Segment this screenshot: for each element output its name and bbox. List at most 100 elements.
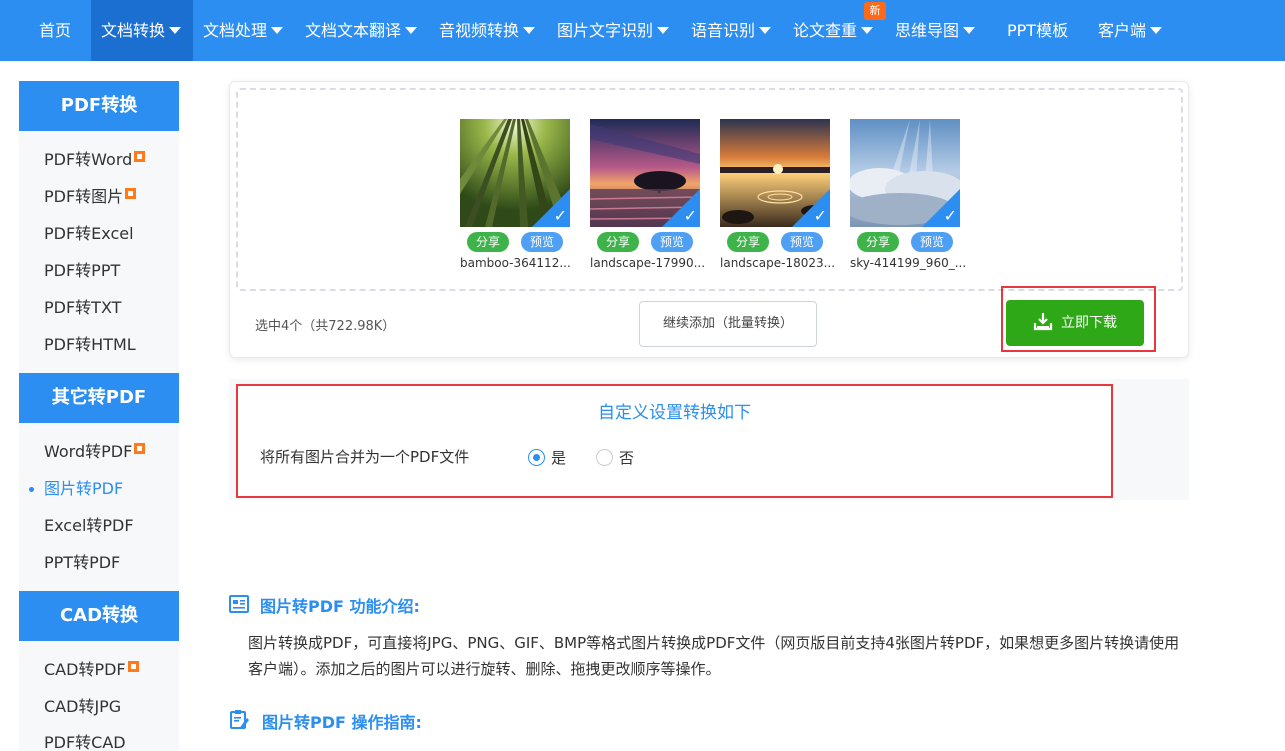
preview-button[interactable]: 预览 [521, 232, 563, 252]
sidebar-item-excel-to-pdf[interactable]: Excel转PDF [44, 514, 134, 538]
nav-doc-convert[interactable]: 文档转换 [91, 0, 193, 61]
nav-mindmap[interactable]: 思维导图 [895, 0, 976, 61]
nav-plagiarism[interactable]: 论文查重 [793, 0, 874, 61]
sidebar-item-label: Excel转PDF [44, 516, 134, 535]
preview-button[interactable]: 预览 [651, 232, 693, 252]
file-thumbnail[interactable]: ✓ [720, 119, 830, 227]
new-badge: 新 [864, 2, 886, 20]
sidebar-item-label: Word转PDF [44, 442, 133, 461]
check-icon: ✓ [813, 206, 827, 225]
nav-av-convert[interactable]: 音视频转换 [439, 0, 536, 61]
file-name: sky-414199_960_... [850, 256, 967, 270]
check-icon: ✓ [943, 206, 957, 225]
sidebar-item-label: PDF转图片 [44, 187, 124, 206]
sidebar-item-label: 图片转PDF [44, 479, 124, 498]
vip-icon [134, 443, 146, 454]
nav-speech[interactable]: 语音识别 [691, 0, 772, 61]
nav-label: 首页 [39, 21, 72, 40]
chevron-down-icon [657, 27, 670, 34]
nav-label: 文档处理 [203, 21, 268, 40]
sidebar: PDF转换 PDF转Word PDF转图片 PDF转Excel PDF转PPT … [19, 81, 179, 751]
sidebar-item-cad-to-pdf[interactable]: CAD转PDF [44, 658, 139, 682]
preview-button[interactable]: 预览 [781, 232, 823, 252]
sidebar-item-cad-to-jpg[interactable]: CAD转JPG [44, 695, 121, 719]
settings-highlight: 自定义设置转换如下 将所有图片合并为一个PDF文件 是 否 [236, 384, 1113, 498]
sidebar-item-image-to-pdf[interactable]: 图片转PDF [44, 477, 123, 501]
sidebar-item-label: PDF转Word [44, 150, 133, 169]
nav-label: 语音识别 [691, 21, 756, 40]
chevron-down-icon [861, 27, 874, 34]
nav-ocr[interactable]: 图片文字识别 [557, 0, 670, 61]
radio-label: 是 [551, 449, 567, 467]
radio-checked-icon [528, 449, 545, 466]
merge-option-label: 将所有图片合并为一个PDF文件 [260, 448, 470, 466]
sidebar-item-pdf-to-image[interactable]: PDF转图片 [44, 185, 137, 209]
vip-icon [125, 188, 137, 199]
file-thumbnail[interactable]: ✓ [590, 119, 700, 227]
download-label: 立即下载 [1061, 315, 1117, 331]
radio-label: 否 [619, 449, 635, 467]
sidebar-section-title: 其它转PDF [19, 373, 179, 423]
sidebar-section-title: PDF转换 [19, 81, 179, 131]
share-button[interactable]: 分享 [597, 232, 639, 252]
vip-icon [127, 661, 139, 672]
file-name: landscape-18023... [720, 256, 836, 270]
chevron-down-icon [405, 27, 418, 34]
nav-label: PPT模板 [1007, 21, 1069, 40]
sidebar-section-title: CAD转换 [19, 591, 179, 641]
sidebar-item-pdf-to-ppt[interactable]: PDF转PPT [44, 259, 120, 283]
clipboard-edit-icon [230, 710, 249, 729]
share-button[interactable]: 分享 [857, 232, 899, 252]
nav-ppt-template[interactable]: PPT模板 [1007, 0, 1068, 61]
chevron-down-icon [271, 27, 284, 34]
document-list-icon [229, 595, 249, 613]
sidebar-item-word-to-pdf[interactable]: Word转PDF [44, 440, 146, 464]
file-thumbnail[interactable]: ✓ [460, 119, 570, 227]
nav-home[interactable]: 首页 [39, 0, 71, 61]
share-button[interactable]: 分享 [727, 232, 769, 252]
chevron-down-icon [169, 27, 182, 34]
nav-translate[interactable]: 文档文本翻译 [305, 0, 418, 61]
nav-client[interactable]: 客户端 [1098, 0, 1163, 61]
sidebar-item-label: PDF转CAD [44, 733, 126, 751]
sidebar-item-pdf-to-txt[interactable]: PDF转TXT [44, 296, 121, 320]
feature-intro-text: 图片转换成PDF，可直接将JPG、PNG、GIF、BMP等格式图片转换成PDF文… [248, 634, 1180, 678]
sidebar-item-pdf-to-excel[interactable]: PDF转Excel [44, 222, 134, 246]
radio-yes[interactable]: 是 [528, 447, 566, 468]
chevron-down-icon [523, 27, 536, 34]
nav-label: 思维导图 [895, 21, 960, 40]
file-name: bamboo-364112... [460, 256, 571, 270]
sidebar-item-label: PDF转TXT [44, 298, 122, 317]
radio-no[interactable]: 否 [596, 447, 634, 468]
sidebar-item-label: PDF转HTML [44, 335, 136, 354]
nav-label: 文档文本翻译 [305, 21, 402, 40]
file-thumbnail[interactable]: ✓ [850, 119, 960, 227]
sidebar-item-label: CAD转PDF [44, 660, 126, 679]
guide-title: 图片转PDF 操作指南: [262, 713, 422, 732]
sidebar-item-pdf-to-cad[interactable]: PDF转CAD [44, 731, 126, 751]
vip-icon [134, 151, 146, 162]
file-drop-zone[interactable]: ✓ 分享 预览 bamboo-364112... ✓ 分享 预览 landsca… [236, 88, 1183, 291]
settings-title: 自定义设置转换如下 [598, 403, 751, 423]
sidebar-item-pdf-to-word[interactable]: PDF转Word [44, 148, 146, 172]
chevron-down-icon [1150, 27, 1163, 34]
add-more-button[interactable]: 继续添加（批量转换） [639, 301, 817, 347]
sidebar-item-ppt-to-pdf[interactable]: PPT转PDF [44, 551, 120, 575]
sidebar-item-pdf-to-html[interactable]: PDF转HTML [44, 333, 136, 357]
nav-label: 论文查重 [793, 21, 858, 40]
active-dot-icon [29, 487, 34, 492]
share-button[interactable]: 分享 [467, 232, 509, 252]
radio-unchecked-icon [596, 449, 613, 466]
check-icon: ✓ [683, 206, 697, 225]
feature-intro-title: 图片转PDF 功能介绍: [260, 597, 420, 616]
preview-button[interactable]: 预览 [911, 232, 953, 252]
nav-label: 客户端 [1098, 21, 1147, 40]
nav-doc-process[interactable]: 文档处理 [203, 0, 284, 61]
download-button[interactable]: 立即下载 [1006, 300, 1144, 346]
nav-label: 音视频转换 [439, 21, 520, 40]
chevron-down-icon [963, 27, 976, 34]
nav-label: 图片文字识别 [557, 21, 654, 40]
sidebar-item-label: CAD转JPG [44, 697, 122, 716]
chevron-down-icon [759, 27, 772, 34]
selection-summary: 选中4个（共722.98K） [255, 319, 396, 334]
